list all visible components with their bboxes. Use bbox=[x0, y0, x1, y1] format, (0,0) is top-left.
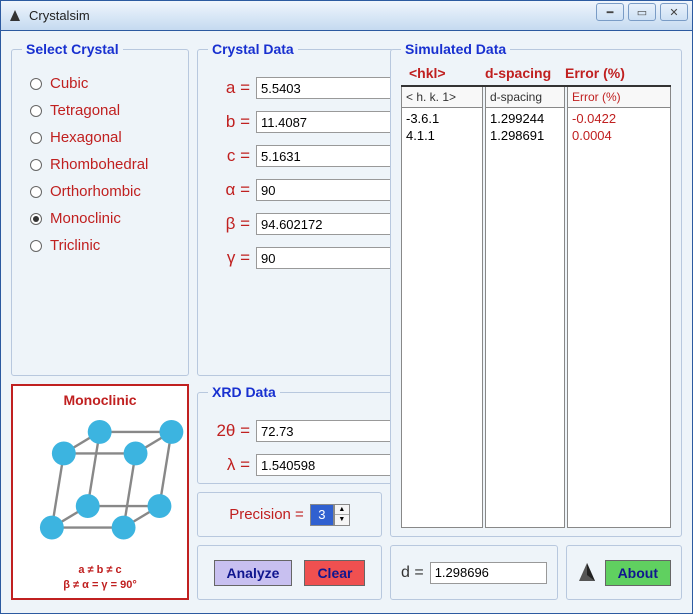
table-cell: -3.6.1 bbox=[406, 111, 478, 128]
d-result-group: d = bbox=[390, 545, 558, 600]
sim-header-dspacing: d-spacing bbox=[485, 65, 565, 81]
radio-icon[interactable] bbox=[30, 240, 42, 252]
sim-legend: Simulated Data bbox=[401, 41, 510, 57]
radio-icon[interactable] bbox=[30, 78, 42, 90]
d-output[interactable] bbox=[430, 562, 547, 584]
monoclinic-lattice-icon bbox=[16, 408, 183, 563]
c-label: c = bbox=[208, 146, 256, 166]
precision-group: Precision = 3 ▲ ▼ bbox=[197, 492, 382, 537]
titlebar: Crystalsim ━ ▭ ✕ bbox=[0, 0, 693, 30]
minimize-button[interactable]: ━ bbox=[596, 3, 624, 21]
table-cell: 4.1.1 bbox=[406, 128, 478, 145]
lambda-label: λ = bbox=[208, 455, 256, 475]
sim-colhead-dspacing: d-spacing bbox=[486, 87, 564, 108]
option-label: Triclinic bbox=[50, 237, 100, 254]
table-cell: 1.299244 bbox=[490, 111, 560, 128]
sim-colhead-error: Error (%) bbox=[568, 87, 670, 108]
diagram-formula-1: a ≠ b ≠ c bbox=[63, 563, 136, 577]
sim-col-hkl: < h. k. 1> -3.6.14.1.1 bbox=[401, 87, 483, 528]
option-label: Tetragonal bbox=[50, 102, 120, 119]
tetrahedron-icon bbox=[577, 561, 597, 585]
maximize-button[interactable]: ▭ bbox=[628, 3, 656, 21]
gamma-label: γ = bbox=[208, 248, 256, 268]
alpha-label: α = bbox=[208, 180, 256, 200]
sim-col-error: Error (%) -0.04220.0004 bbox=[567, 87, 671, 528]
crystal-option-triclinic[interactable]: Triclinic bbox=[30, 237, 170, 254]
diagram-formula-2: β ≠ α = γ = 90° bbox=[63, 578, 136, 592]
radio-icon[interactable] bbox=[30, 159, 42, 171]
radio-icon[interactable] bbox=[30, 105, 42, 117]
precision-up-icon[interactable]: ▲ bbox=[335, 505, 349, 515]
action-buttons: Analyze Clear bbox=[197, 545, 382, 600]
crystal-option-hexagonal[interactable]: Hexagonal bbox=[30, 129, 170, 146]
twotheta-label: 2θ = bbox=[208, 421, 256, 441]
option-label: Rhombohedral bbox=[50, 156, 148, 173]
option-label: Monoclinic bbox=[50, 210, 121, 227]
radio-icon[interactable] bbox=[30, 132, 42, 144]
app-icon bbox=[7, 8, 23, 24]
option-label: Orthorhombic bbox=[50, 183, 141, 200]
crystal-option-rhombohedral[interactable]: Rhombohedral bbox=[30, 156, 170, 173]
window-title: Crystalsim bbox=[29, 8, 686, 23]
d-label: d = bbox=[401, 564, 424, 582]
select-crystal-group: Select Crystal Cubic Tetragonal Hexagonal R… bbox=[11, 41, 189, 376]
analyze-button[interactable]: Analyze bbox=[214, 560, 293, 586]
clear-button[interactable]: Clear bbox=[304, 560, 365, 586]
table-cell: 0.0004 bbox=[572, 128, 666, 145]
select-crystal-legend: Select Crystal bbox=[22, 41, 123, 57]
crystal-option-orthorhombic[interactable]: Orthorhombic bbox=[30, 183, 170, 200]
sim-col-dspacing: d-spacing 1.2992441.298691 bbox=[485, 87, 565, 528]
precision-value[interactable]: 3 bbox=[310, 504, 334, 526]
crystal-option-cubic[interactable]: Cubic bbox=[30, 75, 170, 92]
precision-down-icon[interactable]: ▼ bbox=[335, 515, 349, 525]
about-button[interactable]: About bbox=[605, 560, 671, 586]
radio-icon[interactable] bbox=[30, 186, 42, 198]
about-group: About bbox=[566, 545, 682, 600]
option-label: Hexagonal bbox=[50, 129, 122, 146]
crystal-option-tetragonal[interactable]: Tetragonal bbox=[30, 102, 170, 119]
radio-icon[interactable] bbox=[30, 213, 42, 225]
simulated-data-group: Simulated Data <hkl> d-spacing Error (%)… bbox=[390, 41, 682, 537]
option-label: Cubic bbox=[50, 75, 88, 92]
precision-label: Precision = bbox=[229, 506, 304, 523]
crystal-data-legend: Crystal Data bbox=[208, 41, 298, 57]
table-cell: -0.0422 bbox=[572, 111, 666, 128]
sim-header-hkl: <hkl> bbox=[403, 65, 485, 81]
diagram-name: Monoclinic bbox=[63, 392, 136, 408]
sim-colhead-hkl: < h. k. 1> bbox=[402, 87, 482, 108]
a-label: a = bbox=[208, 78, 256, 98]
b-label: b = bbox=[208, 112, 256, 132]
crystal-option-monoclinic[interactable]: Monoclinic bbox=[30, 210, 170, 227]
beta-label: β = bbox=[208, 214, 256, 234]
sim-header-error: Error (%) bbox=[565, 65, 669, 81]
xrd-legend: XRD Data bbox=[208, 384, 280, 400]
crystal-diagram: Monoclinic a ≠ b ≠ c β ≠ α = γ = 90° bbox=[11, 384, 189, 600]
close-button[interactable]: ✕ bbox=[660, 3, 688, 21]
table-cell: 1.298691 bbox=[490, 128, 560, 145]
